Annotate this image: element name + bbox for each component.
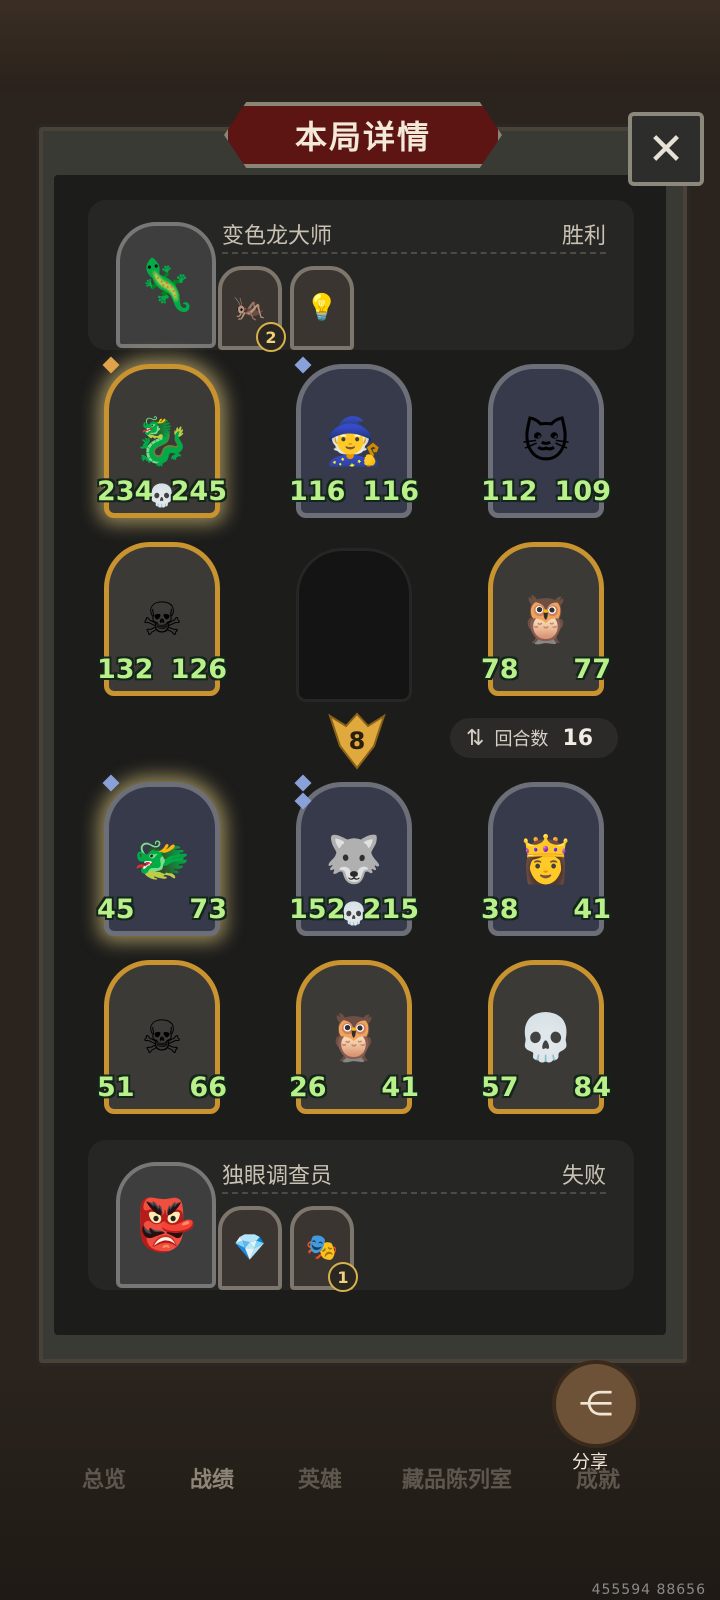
close-icon: ✕	[647, 123, 685, 175]
unit-health: 41	[381, 1072, 419, 1103]
relic-count: 1	[328, 1262, 358, 1292]
rounds-value: 16	[562, 725, 594, 751]
unit-health: 41	[573, 894, 611, 925]
bug-cage-icon: 🦗	[233, 293, 267, 323]
unit-health: 126	[170, 654, 227, 685]
winner-panel: 🦎 变色龙大师 胜利 🦗 2 💡	[88, 200, 634, 352]
divider	[222, 1192, 606, 1194]
unit-attack: 57	[481, 1072, 519, 1103]
loser-unit-2[interactable]: 🐺 152 💀 215	[289, 774, 419, 936]
winner-unit-4[interactable]: ☠ 132 126	[97, 542, 227, 696]
tab-achievements[interactable]: 成就	[576, 1462, 620, 1494]
background-top	[0, 0, 720, 90]
share-button[interactable]: ⋲	[552, 1360, 640, 1448]
unit-health: 245	[170, 476, 227, 507]
skull-mage-icon: ☠	[141, 1010, 183, 1064]
loser-panel: 👺 独眼调查员 失败 💎 🎭 1	[88, 1140, 634, 1292]
loser-unit-3[interactable]: 👸 38 41	[481, 782, 611, 936]
relic-count: 2	[256, 322, 286, 352]
loser-result: 失败	[561, 1164, 606, 1189]
ghost-cat-icon: 🐱	[522, 414, 570, 468]
share-icon: ⋲	[579, 1384, 613, 1424]
blue-dragon-icon: 🐉	[133, 413, 191, 468]
unit-attack: 112	[481, 476, 538, 507]
tab-overview[interactable]: 总览	[82, 1462, 126, 1494]
dialog-title-banner: 本局详情	[224, 102, 502, 168]
unit-health: 215	[362, 894, 419, 925]
owl-beast-icon: 🦉	[517, 591, 575, 646]
divider	[222, 252, 606, 254]
loser-avatar[interactable]: 👺	[116, 1162, 216, 1288]
skull-mage-icon: ☠	[141, 592, 183, 646]
unit-attack: 132	[97, 654, 154, 685]
unit-attack: 78	[481, 654, 519, 685]
rounds-counter: ⇅ 回合数 16	[450, 718, 618, 758]
tab-records[interactable]: 战绩	[190, 1462, 234, 1494]
winner-name: 变色龙大师	[222, 224, 333, 249]
crystal-icon: 💎	[233, 1233, 267, 1263]
unit-attack: 45	[97, 894, 135, 925]
tab-collection[interactable]: 藏品陈列室	[402, 1462, 512, 1494]
unit-health: 73	[189, 894, 227, 925]
unit-health: 77	[573, 654, 611, 685]
winner-result: 胜利	[561, 224, 606, 249]
dialog-title: 本局详情	[294, 118, 431, 156]
crescent-wolf-icon: 🐺	[325, 831, 383, 886]
winner-relic-2[interactable]: 💡	[290, 266, 354, 350]
winner-unit-1[interactable]: 🐉 234 💀 245	[97, 356, 227, 518]
unit-health: 116	[362, 476, 419, 507]
winner-unit-3[interactable]: 🐱 112 109	[481, 364, 611, 518]
winner-unit-5[interactable]: 🦉 78 77	[481, 542, 611, 696]
loser-relic-1[interactable]: 💎	[218, 1206, 282, 1290]
lightbulb-icon: 💡	[305, 293, 339, 323]
unit-attack: 152	[289, 894, 346, 925]
empty-unit-slot	[296, 548, 412, 702]
unit-attack: 51	[97, 1072, 135, 1103]
unit-health: 84	[573, 1072, 611, 1103]
loser-name: 独眼调查员	[222, 1164, 333, 1189]
refresh-icon: ⇅	[466, 725, 485, 751]
unit-attack: 116	[289, 476, 346, 507]
rounds-label: 回合数	[494, 729, 549, 750]
loser-relic-2[interactable]: 🎭 1	[290, 1206, 358, 1292]
loser-unit-4[interactable]: ☠ 51 66	[97, 960, 227, 1114]
wizard-girl-icon: 🧙	[325, 413, 383, 468]
unit-health: 66	[189, 1072, 227, 1103]
winner-avatar[interactable]: 🦎	[116, 222, 216, 348]
owl-beast-icon: 🦉	[325, 1009, 383, 1064]
reaper-icon: 💀	[517, 1009, 575, 1064]
winner-unit-2[interactable]: 🧙 116 116	[289, 356, 419, 518]
unit-attack: 38	[481, 894, 519, 925]
rank-badge: 8	[326, 712, 388, 770]
unit-attack: 26	[289, 1072, 327, 1103]
green-dragon-icon: 🐲	[133, 831, 191, 886]
loser-unit-6[interactable]: 💀 57 84	[481, 960, 611, 1114]
unit-attack: 234	[97, 476, 154, 507]
rank-value: 8	[348, 727, 366, 755]
unit-health: 109	[554, 476, 611, 507]
priestess-icon: 👸	[517, 831, 575, 886]
tab-heroes[interactable]: 英雄	[298, 1462, 342, 1494]
close-button[interactable]: ✕	[628, 112, 704, 186]
loser-unit-5[interactable]: 🦉 26 41	[289, 960, 419, 1114]
winner-relic-1[interactable]: 🦗 2	[218, 266, 286, 352]
golden-mask-icon: 🎭	[305, 1233, 339, 1263]
loser-unit-1[interactable]: 🐲 45 73	[97, 774, 227, 936]
user-id: 455594 88656	[591, 1582, 706, 1598]
